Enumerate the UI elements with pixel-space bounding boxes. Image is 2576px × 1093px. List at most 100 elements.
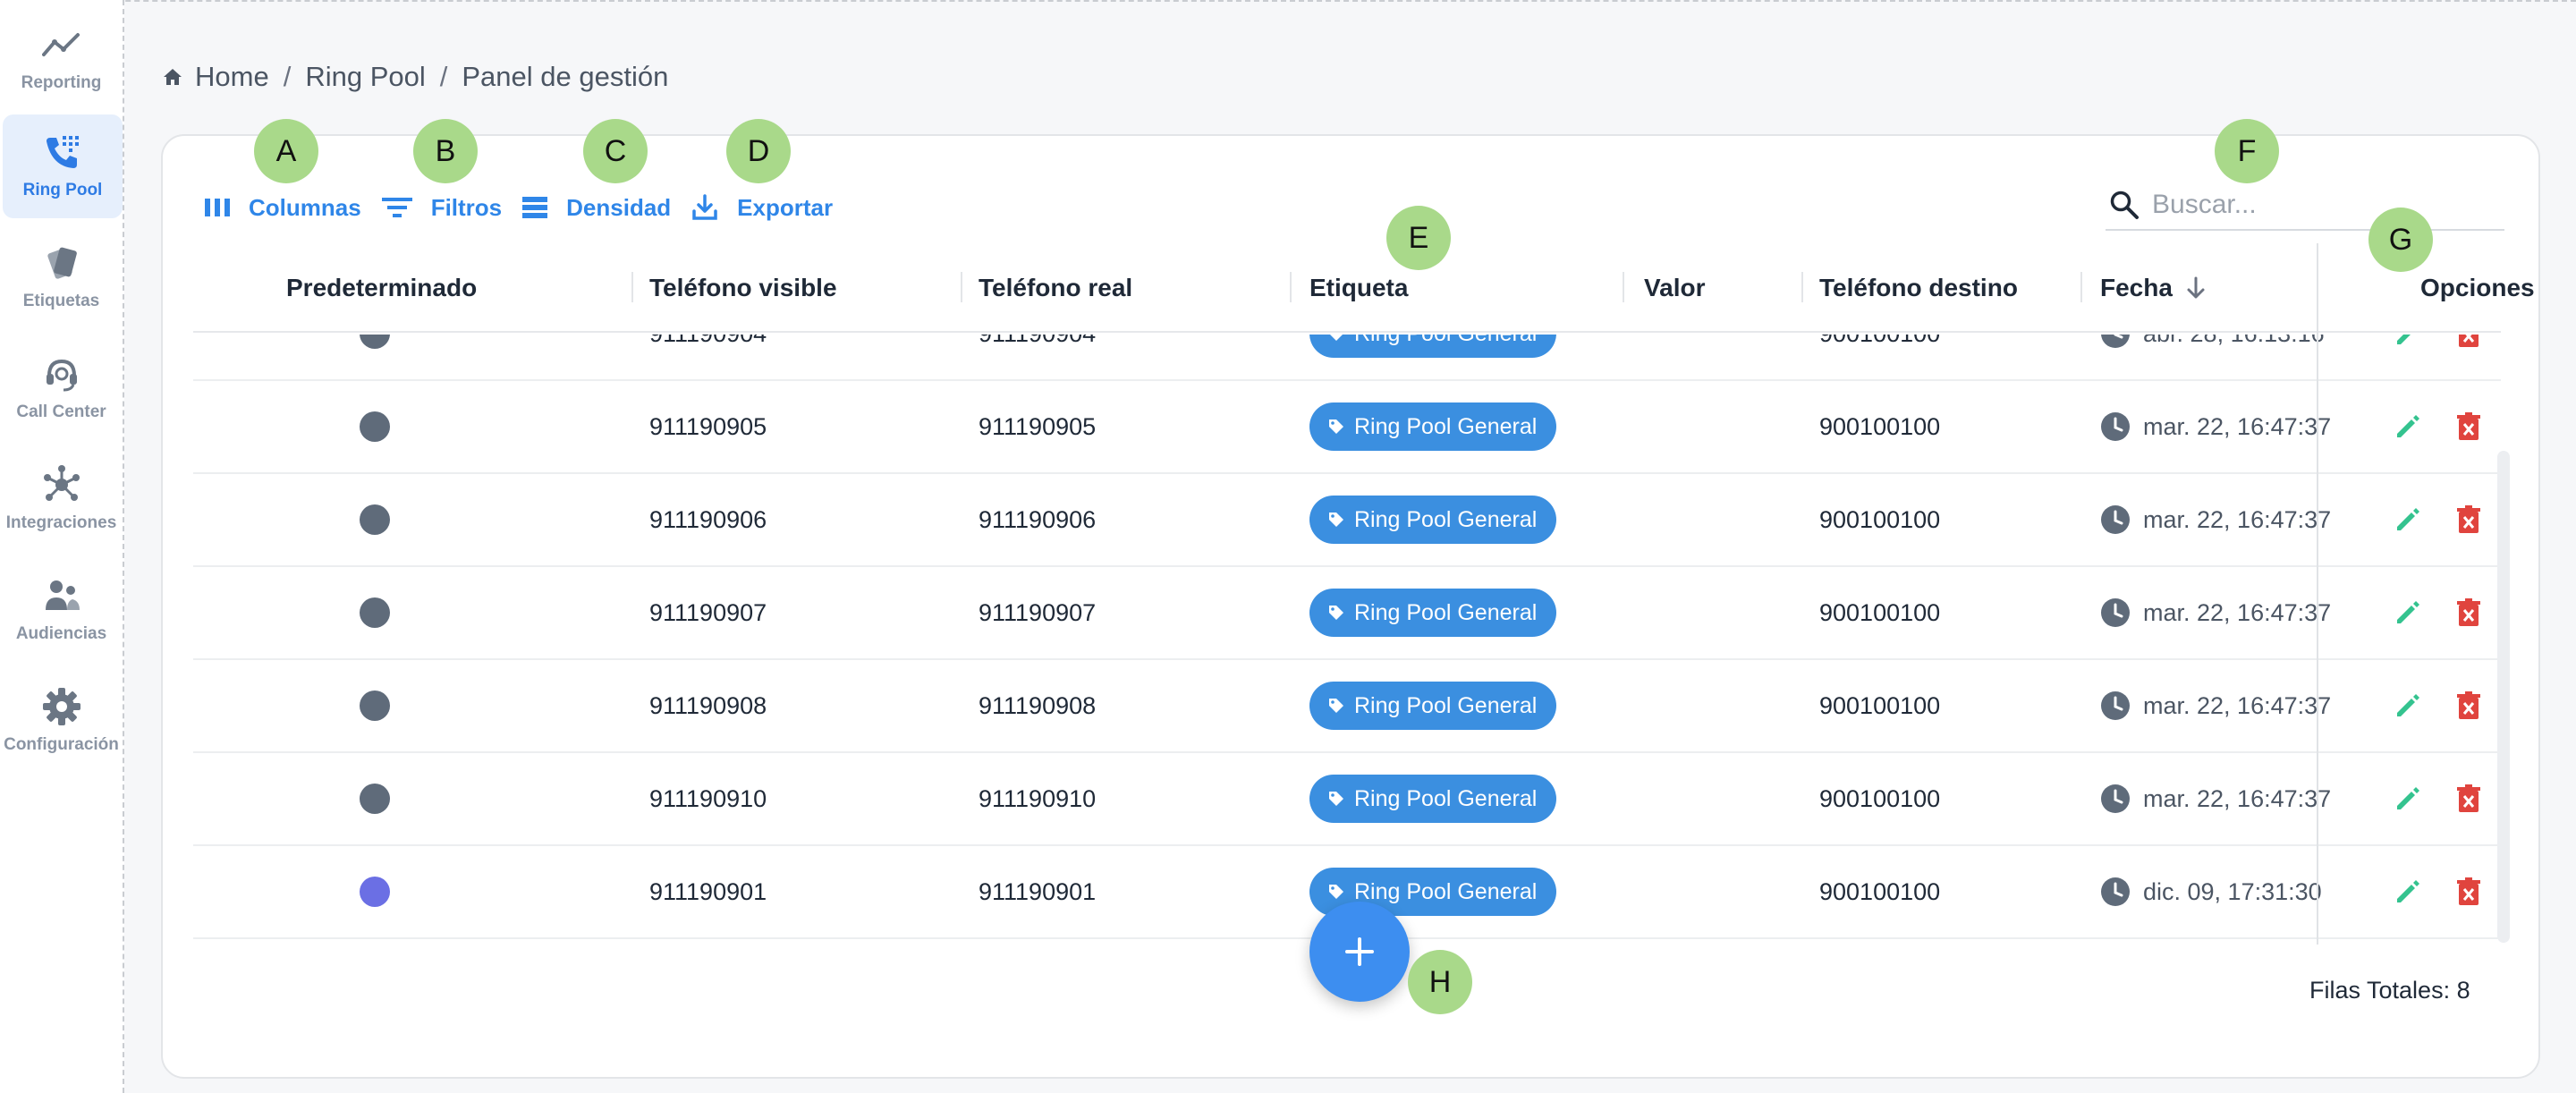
tag-chip[interactable]: Ring Pool General <box>1309 335 1557 358</box>
column-header-visible-phone[interactable]: Teléfono visible <box>649 243 837 333</box>
tag-label: Ring Pool General <box>1354 878 1538 904</box>
real-phone-cell: 911190907 <box>979 598 1097 626</box>
delete-button[interactable] <box>2451 781 2487 817</box>
delete-button[interactable] <box>2451 874 2487 910</box>
pencil-icon <box>2397 415 2419 437</box>
clock-icon <box>2101 335 2130 348</box>
column-separator[interactable] <box>1290 272 1292 302</box>
column-header-real-phone[interactable]: Teléfono real <box>979 243 1132 333</box>
column-separator[interactable] <box>631 272 633 302</box>
column-header-date[interactable]: Fecha <box>2100 243 2207 333</box>
table-row[interactable]: 911190907 911190907 Ring Pool General 90… <box>193 567 2501 660</box>
edit-button[interactable] <box>2390 335 2426 352</box>
default-indicator[interactable] <box>360 691 390 721</box>
annotation-marker-a: A <box>254 119 318 183</box>
default-indicator[interactable] <box>360 877 390 907</box>
default-indicator[interactable] <box>360 504 390 535</box>
column-separator[interactable] <box>961 272 962 302</box>
visible-phone-cell: 911190906 <box>649 505 767 533</box>
column-header-default[interactable]: Predeterminado <box>286 243 477 333</box>
table-row[interactable]: 911190908 911190908 Ring Pool General 90… <box>193 660 2501 753</box>
column-separator[interactable] <box>1623 272 1624 302</box>
column-header-dest-phone[interactable]: Teléfono destino <box>1819 243 2018 333</box>
filters-button[interactable]: Filtros <box>381 194 502 222</box>
sidebar-item-ring-pool[interactable]: Ring Pool <box>3 114 123 218</box>
real-phone-cell: 911190908 <box>979 691 1097 719</box>
delete-button[interactable] <box>2451 688 2487 724</box>
phone-dialpad-icon <box>41 131 84 174</box>
default-indicator[interactable] <box>360 597 390 628</box>
default-indicator[interactable] <box>360 784 390 814</box>
tag-chip[interactable]: Ring Pool General <box>1309 775 1557 823</box>
columns-icon <box>205 199 230 216</box>
annotation-marker-c: C <box>583 119 648 183</box>
export-button[interactable]: Exportar <box>691 193 833 222</box>
breadcrumb-current: Panel de gestión <box>462 61 669 92</box>
table-row[interactable]: 911190910 911190910 Ring Pool General 90… <box>193 753 2501 846</box>
delete-button[interactable] <box>2451 409 2487 445</box>
tag-chip[interactable]: Ring Pool General <box>1309 496 1557 544</box>
edit-button[interactable] <box>2390 688 2426 724</box>
options-column-divider <box>2317 243 2318 945</box>
breadcrumb-section[interactable]: Ring Pool <box>305 61 425 93</box>
edit-button[interactable] <box>2390 409 2426 445</box>
clock-icon <box>2101 784 2130 813</box>
sidebar-item-call-center[interactable]: Call Center <box>0 336 123 440</box>
tag-icon <box>1329 792 1343 806</box>
sidebar-item-etiquetas[interactable]: Etiquetas <box>0 225 123 329</box>
delete-button[interactable] <box>2451 595 2487 631</box>
tag-label: Ring Pool General <box>1354 692 1538 718</box>
pencil-icon <box>2397 694 2419 716</box>
sidebar-item-audiencias[interactable]: Audiencias <box>0 558 123 662</box>
tag-icon <box>1329 513 1343 527</box>
search-box <box>2106 181 2504 231</box>
visible-phone-cell: 911190905 <box>649 412 767 440</box>
sidebar-item-integraciones[interactable]: Integraciones <box>0 447 123 551</box>
default-indicator[interactable] <box>360 411 390 442</box>
tag-chip[interactable]: Ring Pool General <box>1309 682 1557 730</box>
dest-phone-cell: 900100100 <box>1819 335 1940 379</box>
delete-button[interactable] <box>2451 502 2487 538</box>
column-separator[interactable] <box>1801 272 1803 302</box>
edit-button[interactable] <box>2390 874 2426 910</box>
table-row[interactable]: 911190905 911190905 Ring Pool General 90… <box>193 381 2501 474</box>
density-icon <box>522 197 548 218</box>
dest-phone-cell: 900100100 <box>1819 598 1941 626</box>
sort-arrow-down-icon[interactable] <box>2185 275 2207 301</box>
table-scrollbar[interactable] <box>2497 451 2510 943</box>
visible-phone-cell: 911190901 <box>649 877 767 905</box>
column-header-value[interactable]: Valor <box>1644 243 1705 333</box>
tag-chip[interactable]: Ring Pool General <box>1309 589 1557 637</box>
table-row[interactable]: 911190904 911190904 Ring Pool General 90… <box>193 335 2501 381</box>
visible-phone-cell: 911190904 <box>649 335 767 379</box>
top-divider <box>0 0 2576 2</box>
real-phone-cell: 911190906 <box>979 505 1097 533</box>
default-indicator[interactable] <box>360 335 390 349</box>
filters-label: Filtros <box>430 193 503 221</box>
search-input[interactable] <box>2152 190 2474 220</box>
edit-button[interactable] <box>2390 781 2426 817</box>
annotation-marker-b: B <box>413 119 478 183</box>
delete-button[interactable] <box>2451 335 2487 352</box>
sidebar-item-label: Configuración <box>4 735 119 754</box>
add-number-button[interactable] <box>1309 902 1410 1002</box>
table-row[interactable]: 911190906 911190906 Ring Pool General 90… <box>193 474 2501 567</box>
pencil-icon <box>2397 335 2411 344</box>
annotation-marker-g: G <box>2368 208 2433 272</box>
columns-label: Columnas <box>249 193 361 221</box>
breadcrumb: Home / Ring Pool / Panel de gestión <box>161 59 668 95</box>
hub-icon <box>40 463 83 506</box>
annotation-marker-e: E <box>1386 206 1451 270</box>
real-phone-cell: 911190904 <box>979 335 1096 379</box>
sidebar-item-reporting[interactable]: Reporting <box>0 7 123 111</box>
columns-button[interactable]: Columnas <box>204 194 361 222</box>
dest-phone-cell: 900100100 <box>1819 505 1941 533</box>
column-separator[interactable] <box>2080 272 2082 302</box>
dest-phone-cell: 900100100 <box>1819 691 1941 719</box>
density-button[interactable]: Densidad <box>521 194 671 222</box>
edit-button[interactable] <box>2390 595 2426 631</box>
edit-button[interactable] <box>2390 502 2426 538</box>
sidebar-item-configuracion[interactable]: Configuración <box>0 669 123 773</box>
breadcrumb-home[interactable]: Home <box>195 61 269 93</box>
tag-chip[interactable]: Ring Pool General <box>1309 402 1557 451</box>
